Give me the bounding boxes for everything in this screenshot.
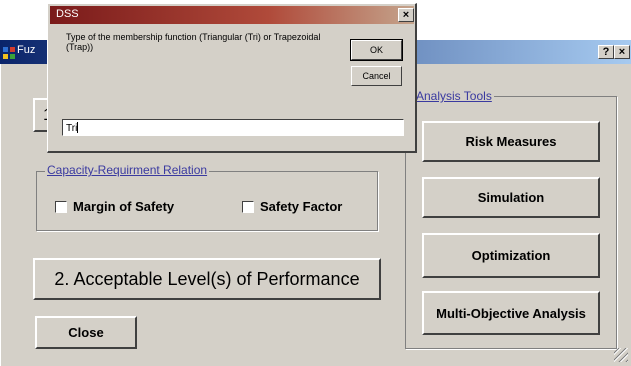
- close-button-label: Close: [68, 325, 104, 340]
- cancel-button[interactable]: Cancel: [351, 66, 402, 86]
- close-button[interactable]: Close: [35, 316, 137, 349]
- dss-dialog-title: DSS: [56, 8, 79, 20]
- help-button[interactable]: ?: [598, 45, 614, 59]
- safety-factor-checkbox-box[interactable]: [242, 200, 254, 213]
- membership-type-input-value: Tri: [66, 123, 78, 134]
- safety-factor-checkbox[interactable]: Safety Factor: [242, 199, 342, 214]
- multi-objective-analysis-button[interactable]: Multi-Objective Analysis: [422, 291, 600, 335]
- main-window-title: Fuz: [17, 44, 36, 56]
- simulation-label: Simulation: [477, 190, 545, 205]
- text-caret: [77, 122, 79, 133]
- main-close-icon[interactable]: ×: [614, 45, 630, 59]
- multi-objective-analysis-label: Multi-Objective Analysis: [436, 305, 586, 321]
- dialog-close-icon[interactable]: ×: [398, 8, 414, 22]
- optimization-label: Optimization: [471, 248, 551, 263]
- analysis-tools-title: Analysis Tools: [414, 89, 494, 103]
- membership-type-input[interactable]: Tri: [62, 119, 404, 136]
- dialog-prompt-text: Type of the membership function (Triangu…: [66, 32, 321, 52]
- margin-of-safety-checkbox[interactable]: Margin of Safety: [55, 199, 174, 214]
- margin-of-safety-checkbox-box[interactable]: [55, 200, 67, 213]
- capacity-group-title: Capacity-Requirment Relation: [45, 163, 210, 177]
- safety-factor-label: Safety Factor: [260, 199, 343, 214]
- ok-button-label: OK: [369, 45, 383, 55]
- cancel-button-label: Cancel: [362, 71, 391, 81]
- margin-of-safety-label: Margin of Safety: [73, 199, 175, 214]
- risk-measures-label: Risk Measures: [465, 134, 557, 149]
- optimization-button[interactable]: Optimization: [422, 233, 600, 278]
- acceptable-performance-button[interactable]: 2. Acceptable Level(s) of Performance: [33, 258, 381, 300]
- simulation-button[interactable]: Simulation: [422, 177, 600, 218]
- dss-dialog-title-bar[interactable]: [50, 6, 414, 24]
- risk-measures-button[interactable]: Risk Measures: [422, 121, 600, 162]
- resize-grip[interactable]: [614, 348, 628, 362]
- acceptable-performance-label: 2. Acceptable Level(s) of Performance: [54, 268, 360, 289]
- ok-button[interactable]: OK: [350, 39, 403, 61]
- app-icon: [3, 47, 15, 59]
